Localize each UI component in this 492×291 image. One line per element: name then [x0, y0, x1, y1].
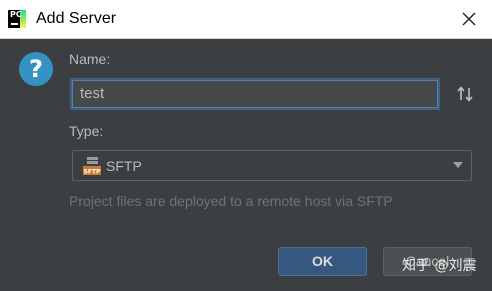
sftp-icon-text: SFTP — [84, 169, 102, 176]
chevron-down-icon[interactable] — [453, 162, 463, 168]
add-server-dialog: PC Add Server ? Name: test Type: SFTP SF… — [0, 0, 492, 291]
pycharm-app-icon: PC — [8, 10, 26, 28]
type-dropdown[interactable]: SFTP SFTP — [72, 150, 472, 181]
ok-button[interactable]: OK — [278, 247, 367, 276]
type-selected-value: SFTP — [106, 158, 142, 174]
type-description: Project files are deployed to a remote h… — [69, 193, 393, 209]
name-label: Name: — [69, 51, 111, 67]
sftp-server-icon: SFTP — [82, 156, 102, 176]
app-icon-text: PC — [10, 10, 22, 19]
sort-arrows-icon[interactable] — [455, 84, 475, 104]
window-title: Add Server — [36, 10, 117, 27]
name-input[interactable]: test — [70, 78, 440, 110]
close-icon[interactable] — [456, 6, 482, 32]
question-mark-icon: ? — [19, 52, 53, 86]
zhihu-watermark: 知乎 @刘震 — [402, 258, 477, 274]
title-bar: PC Add Server — [0, 0, 492, 39]
type-label: Type: — [69, 123, 104, 139]
